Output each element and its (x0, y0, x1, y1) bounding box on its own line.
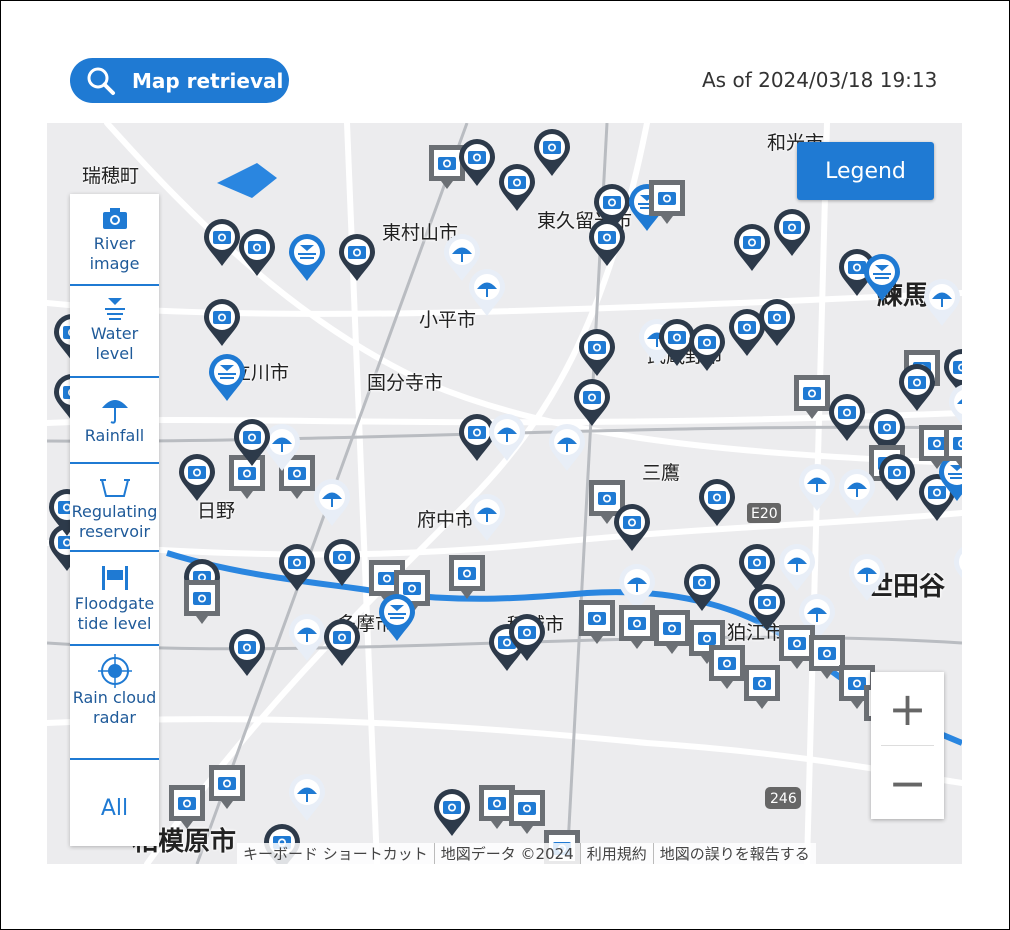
camera-pin-marker[interactable] (827, 393, 867, 443)
filter-label: Rain cloud radar (72, 688, 157, 727)
camera-pin-marker[interactable] (497, 163, 537, 213)
camera-station-marker[interactable] (742, 663, 782, 713)
camera-station-marker[interactable] (792, 373, 832, 423)
rainfall-pin-marker[interactable] (287, 613, 327, 663)
camera-pin-marker[interactable] (577, 328, 617, 378)
map-canvas[interactable]: E20 246 瑞穂町 東村山市 東久留米市 和光市 小平市 練馬 立川市 国分… (47, 123, 962, 864)
rainfall-pin-marker[interactable] (837, 468, 877, 518)
filter-rainfall[interactable]: Rainfall (70, 378, 159, 464)
radar-icon (97, 654, 132, 688)
report-error-link[interactable]: 地図の誤りを報告する (654, 843, 816, 864)
rainfall-pin-marker[interactable] (777, 543, 817, 593)
camera-icon (102, 208, 127, 229)
camera-pin-marker[interactable] (697, 478, 737, 528)
camera-pin-marker[interactable] (237, 228, 277, 278)
reservoir-icon (99, 479, 130, 497)
camera-pin-marker[interactable] (232, 418, 272, 468)
camera-pin-marker[interactable] (732, 223, 772, 273)
filter-floodgate-tide-level[interactable]: Floodgate tide level (70, 552, 159, 646)
zoom-out-button[interactable]: − (871, 746, 944, 819)
camera-pin-marker[interactable] (507, 613, 547, 663)
timestamp-text: As of 2024/03/18 19:13 (702, 68, 938, 92)
rainfall-pin-marker[interactable] (467, 493, 507, 543)
filter-regulating-reservoir[interactable]: Regulating reservoir (70, 464, 159, 552)
camera-pin-marker[interactable] (532, 128, 572, 178)
camera-station-marker[interactable] (652, 608, 692, 658)
camera-station-marker[interactable] (167, 783, 207, 833)
filter-panel: River image Water level Rainfall Regulat… (70, 194, 159, 846)
camera-pin-marker[interactable] (772, 208, 812, 258)
svg-text:246: 246 (770, 791, 797, 807)
place-label: 三鷹 (642, 462, 681, 484)
keyboard-shortcuts-link[interactable]: キーボード ショートカット (237, 843, 435, 864)
filter-label: Water level (90, 324, 139, 363)
filter-label: Regulating reservoir (71, 502, 158, 541)
camera-station-marker[interactable] (617, 603, 657, 653)
camera-pin-marker[interactable] (687, 323, 727, 373)
camera-pin-marker[interactable] (457, 138, 497, 188)
water-level-pin-marker[interactable] (207, 353, 247, 403)
filter-label: All (100, 796, 129, 821)
search-icon (87, 67, 115, 95)
camera-pin-marker[interactable] (322, 538, 362, 588)
camera-pin-marker[interactable] (587, 218, 627, 268)
camera-pin-marker[interactable] (572, 378, 612, 428)
map-data-text: 地図データ ©2024 (435, 843, 581, 864)
svg-text:E20: E20 (751, 506, 778, 522)
map-attribution: キーボード ショートカット 地図データ ©2024 利用規約 地図の誤りを報告す… (237, 843, 816, 864)
filter-label: Rainfall (84, 426, 145, 445)
rainfall-pin-marker[interactable] (312, 478, 352, 528)
umbrella-icon (101, 400, 128, 424)
rainfall-pin-marker[interactable] (287, 773, 327, 823)
zoom-in-button[interactable]: + (871, 672, 944, 745)
water-level-pin-marker[interactable] (862, 253, 902, 303)
rainfall-pin-marker[interactable] (797, 463, 837, 513)
camera-pin-marker[interactable] (757, 298, 797, 348)
camera-pin-marker[interactable] (322, 618, 362, 668)
camera-station-marker[interactable] (207, 763, 247, 813)
water-level-icon (104, 298, 125, 320)
camera-pin-marker[interactable] (897, 363, 937, 413)
map-retrieval-button[interactable]: Map retrieval (70, 58, 289, 103)
filter-rain-cloud-radar[interactable]: Rain cloud radar (70, 646, 159, 760)
camera-pin-marker[interactable] (682, 563, 722, 613)
legend-button[interactable]: Legend (797, 142, 934, 200)
camera-pin-marker[interactable] (227, 628, 267, 678)
camera-station-marker[interactable] (447, 553, 487, 603)
place-label: 国分寺市 (367, 372, 444, 394)
camera-pin-marker[interactable] (432, 788, 472, 838)
camera-station-marker[interactable] (577, 598, 617, 648)
place-label: 府中市 (417, 509, 475, 531)
camera-station-marker[interactable] (182, 578, 222, 628)
camera-pin-marker[interactable] (337, 233, 377, 283)
water-level-pin-marker[interactable] (377, 593, 417, 643)
filter-river-image[interactable]: River image (70, 194, 159, 286)
camera-station-marker[interactable] (942, 423, 962, 473)
filter-label: River image (89, 234, 140, 273)
camera-pin-marker[interactable] (177, 453, 217, 503)
rainfall-pin-marker[interactable] (922, 278, 962, 328)
map-retrieval-label: Map retrieval (132, 69, 284, 93)
filter-all[interactable]: All (70, 784, 159, 834)
camera-station-marker[interactable] (647, 178, 687, 228)
rainfall-pin-marker[interactable] (487, 413, 527, 463)
rainfall-pin-marker[interactable] (547, 423, 587, 473)
camera-pin-marker[interactable] (277, 543, 317, 593)
camera-station-marker[interactable] (707, 643, 747, 693)
terms-link[interactable]: 利用規約 (581, 843, 654, 864)
place-label: 瑞穂町 (82, 165, 140, 187)
filter-label: Floodgate tide level (74, 594, 155, 633)
rainfall-pin-marker[interactable] (952, 543, 962, 593)
camera-pin-marker[interactable] (877, 453, 917, 503)
camera-pin-marker[interactable] (202, 218, 242, 268)
camera-pin-marker[interactable] (612, 503, 652, 553)
zoom-control: + − (871, 672, 944, 819)
camera-pin-marker[interactable] (202, 298, 242, 348)
water-level-pin-marker[interactable] (287, 233, 327, 283)
rainfall-pin-marker[interactable] (467, 268, 507, 318)
camera-station-marker[interactable] (507, 788, 547, 838)
filter-water-level[interactable]: Water level (70, 286, 159, 378)
rainfall-pin-marker[interactable] (847, 553, 887, 603)
floodgate-icon (101, 566, 128, 590)
